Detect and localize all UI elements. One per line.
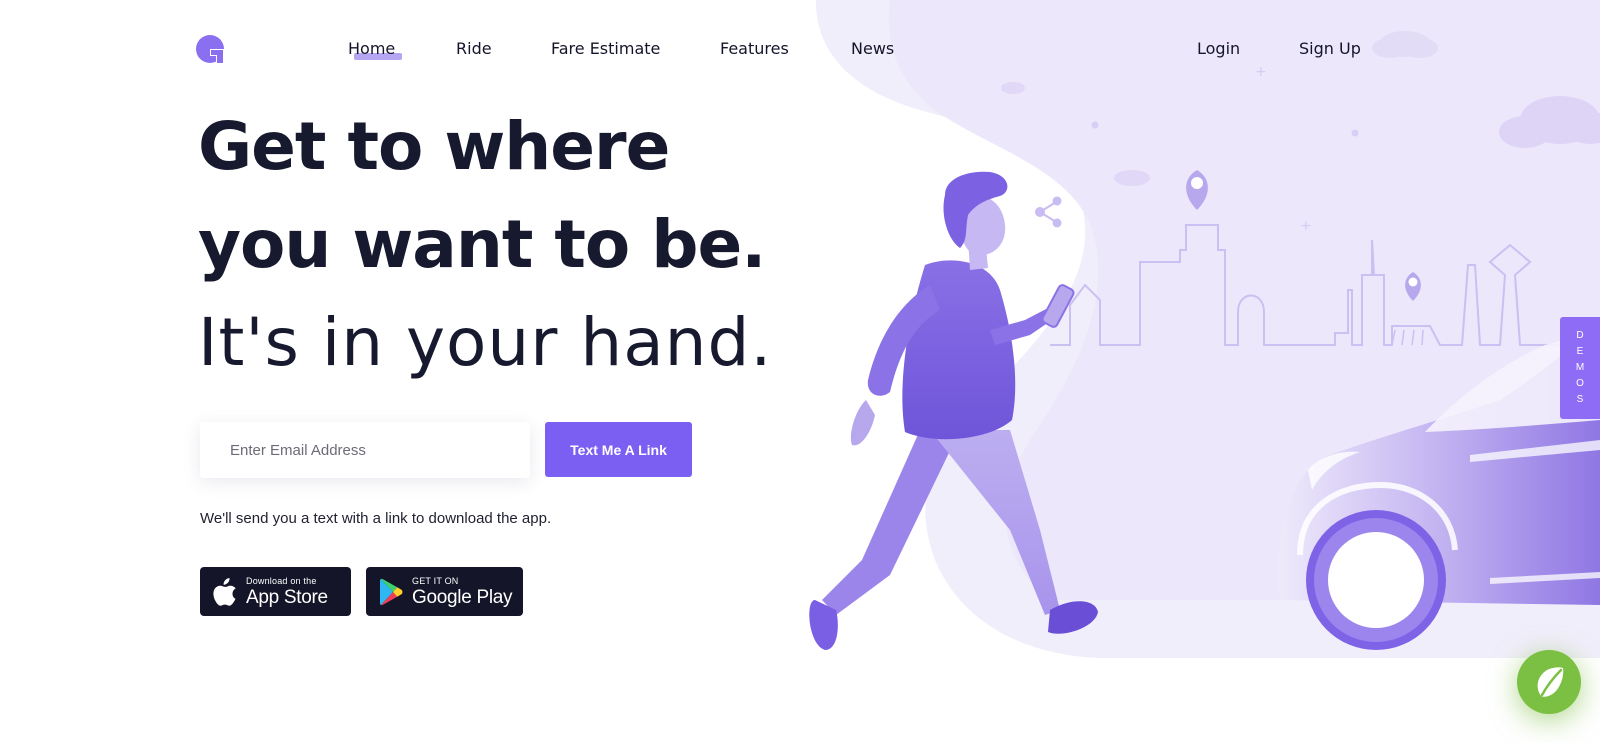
text-me-a-link-button[interactable]: Text Me A Link xyxy=(545,422,692,477)
svg-text:+: + xyxy=(1300,218,1312,234)
demos-letter: E xyxy=(1576,346,1584,357)
nav-item-features[interactable]: Features xyxy=(720,38,789,60)
signup-link[interactable]: Sign Up xyxy=(1299,38,1361,60)
hero-line-1: Get to where xyxy=(198,108,670,185)
nav-item-home[interactable]: Home xyxy=(348,38,395,60)
login-link[interactable]: Login xyxy=(1197,38,1240,60)
nav-item-fare-estimate[interactable]: Fare Estimate xyxy=(551,38,660,60)
hero-line-2: you want to be. xyxy=(198,206,766,283)
chat-widget-button[interactable] xyxy=(1517,650,1581,714)
apple-icon xyxy=(213,577,236,606)
demos-letter: S xyxy=(1576,394,1584,405)
helper-text: We'll send you a text with a link to dow… xyxy=(200,510,552,527)
google-play-badge[interactable]: GET IT ON Google Play xyxy=(366,567,523,616)
hero-line-3: It's in your hand. xyxy=(198,304,773,381)
google-play-icon xyxy=(380,578,403,605)
demos-letter: M xyxy=(1575,362,1585,373)
demos-tab[interactable]: D E M O S xyxy=(1560,317,1600,419)
google-play-small-text: GET IT ON xyxy=(412,575,459,586)
nav-item-news[interactable]: News xyxy=(851,38,894,60)
leaf-icon xyxy=(1537,667,1564,697)
email-input[interactable] xyxy=(200,422,530,478)
app-store-small-text: Download on the xyxy=(246,575,317,586)
svg-text:+: + xyxy=(1255,64,1267,80)
share-icon xyxy=(1035,196,1062,228)
logo-icon xyxy=(196,35,224,64)
demos-letter: O xyxy=(1576,378,1584,389)
app-store-badge[interactable]: Download on the App Store xyxy=(200,567,351,616)
hero-heading: Get to where you want to be. It's in you… xyxy=(198,98,772,392)
google-play-big-text: Google Play xyxy=(412,586,513,608)
logo[interactable] xyxy=(196,34,226,64)
nav-item-ride[interactable]: Ride xyxy=(456,38,492,60)
demos-letter: D xyxy=(1576,330,1584,341)
app-store-big-text: App Store xyxy=(246,586,328,608)
